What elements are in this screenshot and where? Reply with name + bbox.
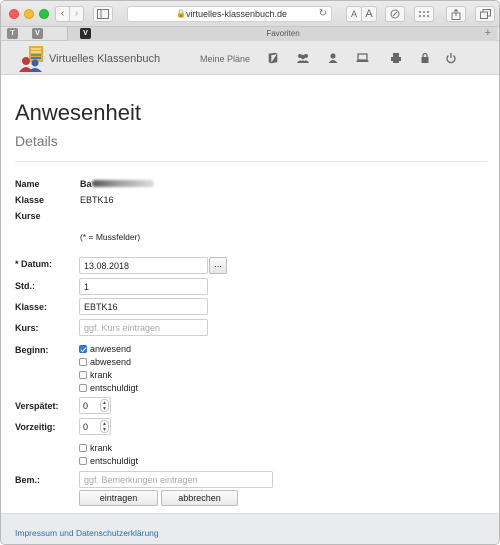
name-value: Ba	[80, 179, 92, 189]
favorites-label: Favoriten	[266, 29, 300, 38]
name-label: Name	[15, 179, 40, 189]
checkbox[interactable]	[79, 358, 87, 366]
sidebar-icon	[97, 9, 109, 19]
option-label: krank	[90, 443, 113, 453]
printer-icon[interactable]	[390, 52, 402, 64]
browser-toolbar: ‹ › 🔒 virtuelles-klassenbuch.de ↻ A A	[1, 1, 499, 27]
datum-input[interactable]: 13.08.2018	[79, 257, 208, 274]
divider	[15, 161, 487, 162]
bem-input[interactable]: ggf. Bemerkungen eintragen	[79, 471, 273, 488]
favorite-t[interactable]: T	[7, 28, 18, 39]
back-button[interactable]: ‹	[55, 6, 70, 22]
book-icon[interactable]	[267, 52, 279, 64]
vorzeitig-label: Vorzeitig:	[15, 422, 56, 432]
impressum-link[interactable]: Impressum und Datenschutzerklärung	[15, 528, 159, 538]
app-navbar: Virtuelles Klassenbuch Meine Pläne	[1, 41, 499, 75]
logo-icon[interactable]	[18, 45, 48, 73]
stepper-arrows-icon[interactable]: ▲ ▼	[100, 399, 109, 412]
lock-icon: 🔒	[176, 9, 186, 18]
bem-label: Bem.:	[15, 475, 41, 485]
chevron-left-icon: ‹	[60, 8, 65, 19]
stepper-value: 0	[83, 401, 89, 411]
datepicker-button[interactable]: ...	[209, 257, 227, 274]
option-label: entschuldigt	[90, 383, 139, 393]
stepper-value: 0	[83, 422, 89, 432]
option-label: entschuldigt	[90, 456, 139, 466]
address-bar[interactable]: 🔒 virtuelles-klassenbuch.de ↻	[127, 6, 332, 22]
tab-active[interactable]: V Favoriten +	[67, 27, 497, 41]
page-subtitle: Details	[15, 133, 58, 149]
share-icon	[451, 8, 461, 20]
zoom-window-icon[interactable]	[39, 9, 49, 19]
checkbox[interactable]	[79, 457, 87, 465]
verspaetet-stepper[interactable]: 0 ▲ ▼	[79, 397, 111, 414]
option-label: krank	[90, 370, 113, 380]
nav-meine-plaene[interactable]: Meine Pläne	[200, 54, 250, 64]
favorite-v[interactable]: V	[32, 28, 43, 39]
klasse-info-value: EBTK16	[80, 195, 114, 205]
reload-icon[interactable]: ↻	[319, 8, 327, 19]
main-content: Anwesenheit Details Name Ba Klasse EBTK1…	[1, 76, 499, 513]
tabs-button[interactable]	[475, 6, 495, 22]
laptop-icon[interactable]	[356, 52, 369, 64]
browser-window: ‹ › 🔒 virtuelles-klassenbuch.de ↻ A A T …	[0, 0, 500, 545]
grid-icon	[419, 11, 429, 17]
checkbox-checked[interactable]	[79, 345, 87, 353]
checkbox[interactable]	[79, 444, 87, 452]
close-window-icon[interactable]	[9, 9, 19, 19]
tabs-icon	[479, 9, 491, 19]
minimize-window-icon[interactable]	[24, 9, 34, 19]
redacted-name	[92, 180, 154, 187]
required-note: (* = Mussfelder)	[80, 232, 141, 242]
reader-button[interactable]	[385, 6, 405, 22]
kurse-info-label: Kurse	[15, 211, 41, 221]
lock-nav-icon[interactable]	[419, 52, 431, 64]
brand-name[interactable]: Virtuelles Klassenbuch	[49, 53, 160, 65]
submit-button[interactable]: eintragen	[79, 490, 158, 506]
klasse-input[interactable]: EBTK16	[79, 298, 208, 315]
kurs-label: Kurs:	[15, 323, 39, 333]
beginn-label: Beginn:	[15, 345, 49, 355]
footer: Impressum und Datenschutzerklärung	[1, 513, 499, 544]
checkbox[interactable]	[79, 371, 87, 379]
vorzeitig-stepper[interactable]: 0 ▲ ▼	[79, 418, 111, 435]
cancel-button[interactable]: abbrechen	[161, 490, 238, 506]
extensions-button[interactable]	[414, 6, 434, 22]
klasse-info-label: Klasse	[15, 195, 45, 205]
option-label: abwesend	[90, 357, 132, 367]
group-icon[interactable]	[296, 52, 310, 64]
favorites-bar: T V V Favoriten +	[1, 27, 499, 41]
std-input[interactable]: 1	[79, 278, 208, 295]
datum-label: * Datum:	[15, 259, 53, 269]
klasse-label: Klasse:	[15, 302, 48, 312]
sidebar-button[interactable]	[93, 6, 113, 22]
option-label: anwesend	[90, 344, 132, 354]
chevron-right-icon: ›	[74, 8, 79, 19]
font-larger-button[interactable]: A	[361, 6, 377, 22]
font-smaller-button[interactable]: A	[346, 6, 362, 22]
user-icon[interactable]	[327, 52, 339, 64]
url-text: virtuelles-klassenbuch.de	[186, 9, 288, 19]
verspaetet-label: Verspätet:	[15, 401, 59, 411]
kurs-input[interactable]: ggf. Kurs eintragen	[79, 319, 208, 336]
share-button[interactable]	[446, 6, 466, 22]
page-title: Anwesenheit	[15, 100, 141, 125]
compass-icon	[390, 9, 400, 19]
new-tab-icon[interactable]: +	[485, 27, 491, 39]
std-label: Std.:	[15, 281, 35, 291]
forward-button[interactable]: ›	[69, 6, 84, 22]
stepper-arrows-icon[interactable]: ▲ ▼	[100, 420, 109, 433]
checkbox[interactable]	[79, 384, 87, 392]
power-icon[interactable]	[445, 52, 457, 64]
